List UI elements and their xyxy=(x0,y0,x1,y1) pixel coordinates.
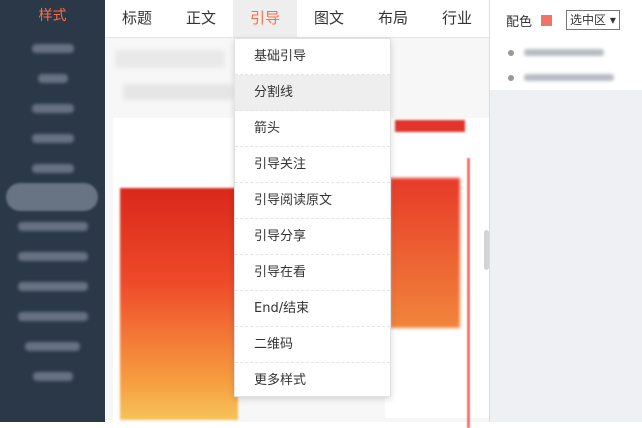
sidebar-item-selected[interactable] xyxy=(6,183,98,211)
sidebar-item[interactable] xyxy=(0,123,105,153)
color-toolbar: 配色 选中区 ▾ xyxy=(490,0,642,40)
tab-industry[interactable]: 行业 xyxy=(425,0,489,37)
menu-item-looking[interactable]: 引导在看 xyxy=(235,255,390,291)
menu-item-arrow[interactable]: 箭头 xyxy=(235,111,390,147)
style-sidebar: 样式 xyxy=(0,0,105,422)
divider xyxy=(467,158,470,428)
menu-item-read-original[interactable]: 引导阅读原文 xyxy=(235,183,390,219)
template-preview-image xyxy=(390,178,460,328)
guide-dropdown-menu: 基础引导 分割线 箭头 引导关注 引导阅读原文 引导分享 引导在看 End/结束… xyxy=(234,38,391,397)
sidebar-title[interactable]: 样式 xyxy=(0,0,105,33)
sidebar-item[interactable] xyxy=(0,211,105,241)
template-preview-image[interactable] xyxy=(120,188,238,420)
menu-item-divider[interactable]: 分割线 xyxy=(235,75,390,111)
sidebar-item[interactable] xyxy=(0,33,105,63)
editor-line[interactable] xyxy=(490,40,642,65)
editor-panel: 配色 选中区 ▾ xyxy=(489,0,642,422)
sidebar-item[interactable] xyxy=(0,271,105,301)
sidebar-item[interactable] xyxy=(0,153,105,183)
menu-item-follow[interactable]: 引导关注 xyxy=(235,147,390,183)
template-preview-image xyxy=(395,120,465,132)
tab-layout[interactable]: 布局 xyxy=(361,0,425,37)
sidebar-item[interactable] xyxy=(0,93,105,123)
menu-item-end[interactable]: End/结束 xyxy=(235,291,390,327)
editor-line[interactable] xyxy=(490,65,642,90)
tab-body[interactable]: 正文 xyxy=(169,0,233,37)
menu-item-basic-guide[interactable]: 基础引导 xyxy=(235,39,390,75)
sidebar-item[interactable] xyxy=(0,361,105,391)
category-tabs: 标题 正文 引导 图文 布局 行业 xyxy=(105,0,489,38)
color-label: 配色 xyxy=(506,14,533,30)
menu-item-share[interactable]: 引导分享 xyxy=(235,219,390,255)
tab-guide[interactable]: 引导 xyxy=(233,0,297,37)
scope-select[interactable]: 选中区 ▾ xyxy=(566,10,620,30)
sidebar-item[interactable] xyxy=(0,301,105,331)
tab-image-text[interactable]: 图文 xyxy=(297,0,361,37)
menu-item-qrcode[interactable]: 二维码 xyxy=(235,327,390,363)
sidebar-item[interactable] xyxy=(0,241,105,271)
scope-select-value: 选中区 xyxy=(570,13,607,27)
sidebar-item[interactable] xyxy=(0,63,105,93)
menu-item-more-styles[interactable]: 更多样式 xyxy=(235,363,390,399)
search-input[interactable] xyxy=(115,50,225,68)
filter-chips[interactable] xyxy=(123,84,233,100)
tab-title[interactable]: 标题 xyxy=(105,0,169,37)
sidebar-item[interactable] xyxy=(0,331,105,361)
color-swatch[interactable] xyxy=(541,14,553,26)
